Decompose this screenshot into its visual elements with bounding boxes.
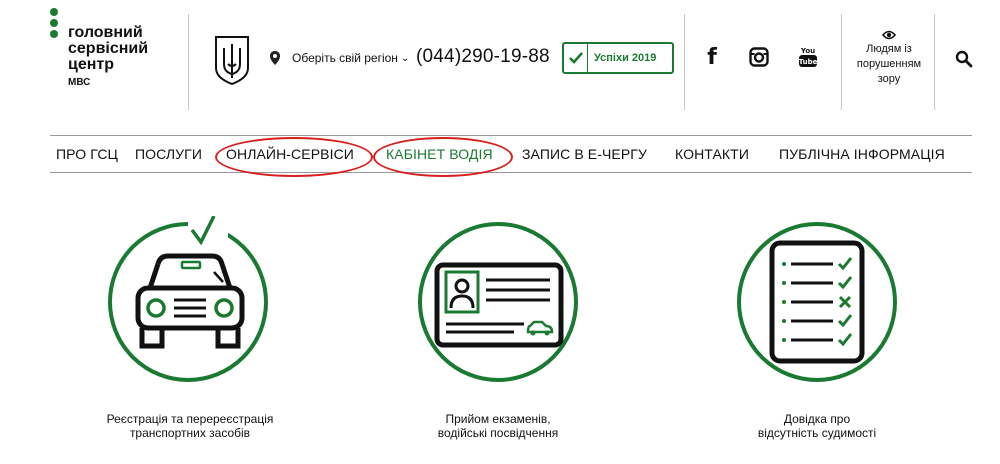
header-divider bbox=[841, 14, 842, 110]
service-label-line: Реєстрація та перереєстрація bbox=[106, 412, 274, 426]
car-registration-icon bbox=[135, 216, 245, 349]
service-label: Прийом екзаменів, водійські посвідчення bbox=[378, 412, 618, 440]
driver-license-icon bbox=[434, 262, 564, 348]
svg-text:You: You bbox=[800, 47, 815, 55]
service-label-line: Довідка про bbox=[783, 412, 851, 426]
chevron-down-icon: ⌄ bbox=[400, 52, 410, 64]
logo-subtitle: МВС bbox=[68, 77, 91, 88]
nav-item-about[interactable]: ПРО ГСЦ bbox=[56, 146, 118, 162]
vision-label-line: Людям із bbox=[866, 43, 912, 55]
nav-item-public-info[interactable]: ПУБЛІЧНА ІНФОРМАЦІЯ bbox=[779, 146, 945, 162]
service-label: Довідка про відсутність судимості bbox=[697, 412, 937, 440]
trident-emblem-icon[interactable] bbox=[213, 34, 251, 86]
phone-number[interactable]: (044)290-19-88 bbox=[416, 46, 550, 68]
youtube-icon[interactable]: You Tube bbox=[796, 44, 820, 70]
service-label-line: відсутність судимості bbox=[757, 426, 877, 440]
check-icon bbox=[564, 44, 588, 72]
region-label: Оберіть свій регіон bbox=[292, 51, 398, 65]
nav-item-contacts[interactable]: КОНТАКТИ bbox=[675, 146, 749, 162]
nav-item-driver-cabinet[interactable]: КАБІНЕТ ВОДІЯ bbox=[386, 146, 493, 162]
header-divider bbox=[188, 14, 189, 110]
service-label: Реєстрація та перереєстрація транспортни… bbox=[70, 412, 310, 440]
service-label-line: транспортних засобів bbox=[129, 426, 251, 440]
svg-text:Tube: Tube bbox=[799, 58, 818, 66]
site-header: головний сервісний центр МВС Оберіть сві… bbox=[0, 0, 1000, 120]
eye-icon bbox=[882, 30, 896, 40]
region-selector[interactable]: Оберіть свій регіон ⌄ bbox=[268, 50, 409, 66]
search-icon[interactable] bbox=[955, 50, 973, 68]
logo-text: головний сервісний центр МВС bbox=[68, 25, 148, 89]
nav-item-online-services[interactable]: ОНЛАЙН-СЕРВІСИ bbox=[226, 146, 354, 162]
vision-impaired-link[interactable]: Людям із порушенням зору bbox=[845, 30, 933, 87]
vision-label-line: порушенням bbox=[856, 58, 922, 70]
facebook-icon[interactable]: f bbox=[700, 44, 724, 70]
logo-line: головний bbox=[68, 24, 143, 41]
vision-label-line: зору bbox=[877, 73, 901, 85]
header-divider bbox=[684, 14, 685, 110]
service-label-line: Прийом екзаменів, bbox=[445, 412, 551, 426]
main-nav: ПРО ГСЦ ПОСЛУГИ ОНЛАЙН-СЕРВІСИ КАБІНЕТ В… bbox=[0, 135, 1000, 173]
logo-line: центр bbox=[68, 56, 115, 73]
instagram-icon[interactable] bbox=[747, 44, 771, 70]
success-2019-label: Успіхи 2019 bbox=[594, 52, 657, 64]
site-logo[interactable]: головний сервісний центр МВС bbox=[50, 8, 180, 98]
nav-item-e-queue[interactable]: ЗАПИС В Е-ЧЕРГУ bbox=[522, 146, 647, 162]
success-2019-button[interactable]: Успіхи 2019 bbox=[562, 42, 674, 74]
logo-line: сервісний bbox=[68, 40, 149, 57]
header-divider bbox=[934, 14, 935, 110]
service-label-line: водійські посвідчення bbox=[437, 426, 559, 440]
location-pin-icon bbox=[270, 51, 280, 65]
nav-item-services[interactable]: ПОСЛУГИ bbox=[135, 146, 202, 162]
checklist-certificate-icon bbox=[769, 240, 865, 364]
